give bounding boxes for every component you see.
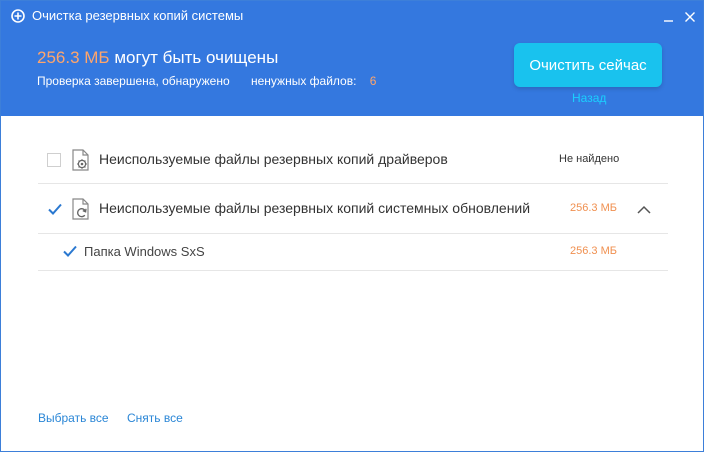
clean-now-button[interactable]: Очистить сейчас xyxy=(514,43,662,87)
refresh-page-icon xyxy=(72,198,89,220)
scan-status-text: Проверка завершена, обнаружено xyxy=(37,74,230,88)
window-title: Очистка резервных копий системы xyxy=(32,8,244,23)
headline: 256.3 МБ могут быть очищены xyxy=(37,48,278,68)
cleanable-size: 256.3 МБ xyxy=(37,48,110,67)
subitem-label-sxs: Папка Windows SxS xyxy=(84,244,205,259)
checkbox-updates[interactable] xyxy=(47,201,63,217)
close-button[interactable] xyxy=(681,8,699,26)
subitem-row-sxs[interactable]: Папка Windows SxS 256.3 МБ xyxy=(38,234,668,271)
category-size-updates: 256.3 МБ xyxy=(570,202,617,214)
cleanup-window: Очистка резервных копий системы 256.3 МБ… xyxy=(0,0,704,452)
category-status-drivers: Не найдено xyxy=(559,153,620,165)
checkbox-drivers[interactable] xyxy=(47,153,61,167)
gear-page-icon xyxy=(72,149,89,171)
subitem-size-sxs: 256.3 МБ xyxy=(570,245,617,257)
junk-files-label: ненужных файлов: xyxy=(250,74,357,88)
header-panel: Очистка резервных копий системы 256.3 МБ… xyxy=(1,1,703,116)
category-label-updates: Неиспользуемые файлы резервных копий сис… xyxy=(99,200,531,216)
minimize-button[interactable] xyxy=(660,8,678,26)
category-row-updates[interactable]: Неиспользуемые файлы резервных копий сис… xyxy=(38,185,668,234)
checkbox-sxs[interactable] xyxy=(62,243,78,259)
back-link[interactable]: Назад xyxy=(572,91,606,105)
add-circle-icon xyxy=(11,9,25,23)
deselect-all-link[interactable]: Снять все xyxy=(127,411,183,425)
headline-text: могут быть очищены xyxy=(114,48,279,67)
category-label-drivers: Неиспользуемые файлы резервных копий дра… xyxy=(99,151,448,167)
category-row-drivers[interactable]: Неиспользуемые файлы резервных копий дра… xyxy=(38,138,668,184)
scan-summary: Проверка завершена, обнаружено ненужных … xyxy=(37,74,376,88)
junk-files-count: 6 xyxy=(369,74,377,88)
chevron-up-icon[interactable] xyxy=(636,204,652,216)
select-all-link[interactable]: Выбрать все xyxy=(38,411,109,425)
